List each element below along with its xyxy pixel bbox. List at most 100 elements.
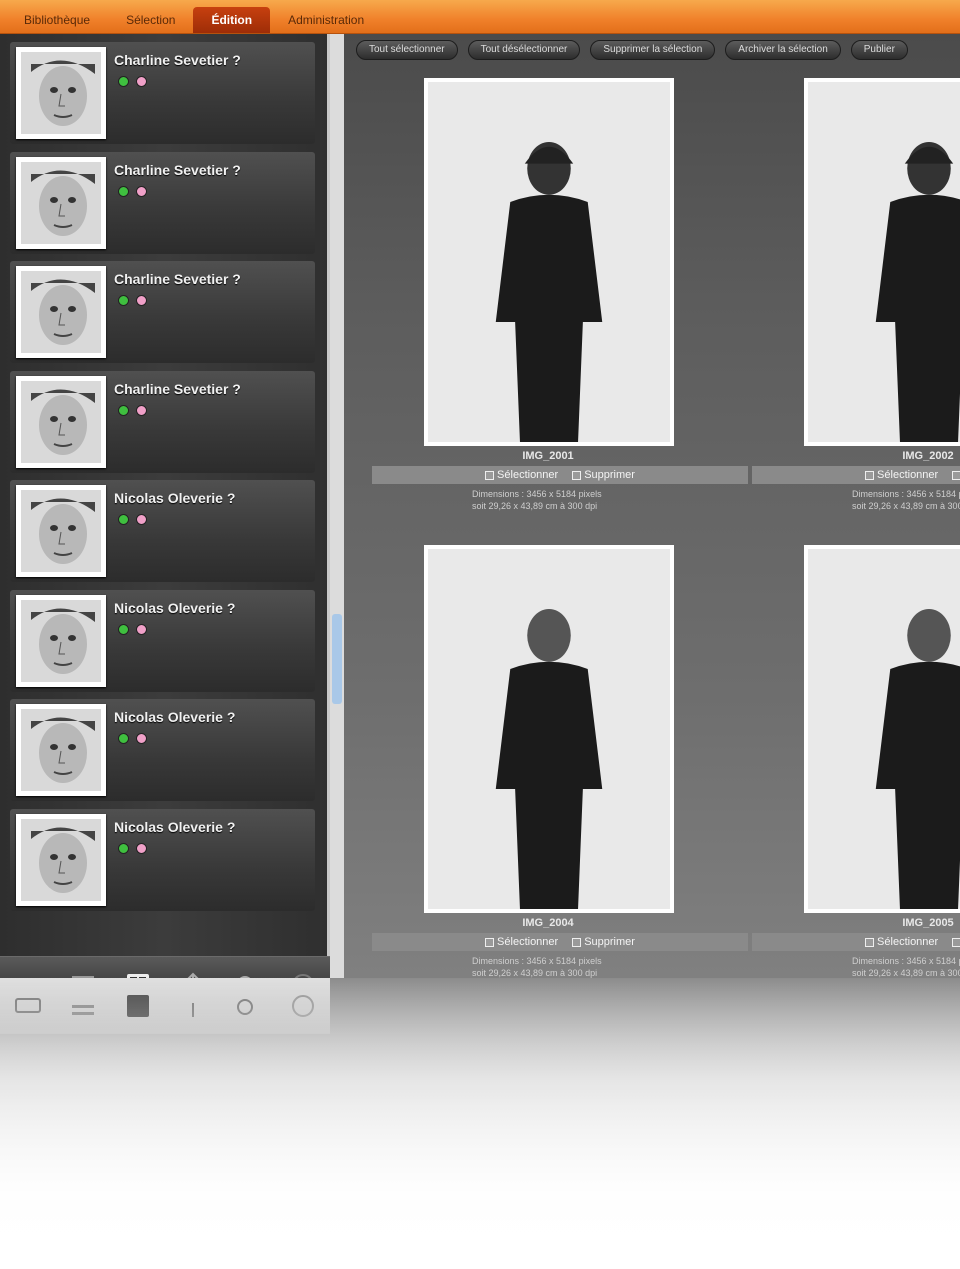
face-thumbnail[interactable] [16,704,106,796]
confirm-icon[interactable] [118,842,129,854]
photo-card: IMG_2002 Sélectionner Supprimer Dimensions … [738,78,960,558]
face-name-label: Nicolas Oleverie ? [114,490,236,506]
delete-checkbox[interactable]: Supprimer [572,469,635,481]
delete-checkbox[interactable]: Supprimer [952,469,960,481]
photo-thumbnail[interactable] [804,545,960,913]
face-thumbnail[interactable] [16,47,106,139]
select-label: Sélectionner [877,936,939,948]
face-thumbnail[interactable] [16,156,106,249]
delete-label: Supprimer [584,469,635,481]
photo-grid-panel: Tout sélectionner Tout désélectionner Su… [344,34,960,978]
photo-filename: IMG_2002 [902,450,954,462]
reject-icon[interactable] [136,733,147,744]
face-list: Charline Sevetier ? Charline Sevetier ? Ch… [10,42,315,918]
confirm-icon[interactable] [118,295,129,306]
checkbox-icon [865,937,875,947]
face-name-label: Nicolas Oleverie ? [114,599,236,616]
photo-filename: IMG_2005 [902,917,954,929]
select-label: Sélectionner [877,469,939,481]
select-checkbox[interactable]: Sélectionner [865,469,938,481]
face-name-label: Nicolas Oleverie ? [114,818,236,835]
face-list-item[interactable]: Charline Sevetier ? [10,151,315,254]
select-checkbox[interactable]: Sélectionner [485,936,558,948]
photo-card: IMG_2001 Sélectionner Supprimer Dimensions … [358,78,748,558]
face-list-item[interactable]: Charline Sevetier ? [10,261,315,363]
faces-panel: Charline Sevetier ? Charline Sevetier ? Ch… [0,34,330,1012]
reject-icon[interactable] [136,295,147,306]
face-list-item[interactable]: Nicolas Oleverie ? [10,808,315,911]
photo-filename: IMG_2004 [522,917,574,929]
reject-icon[interactable] [136,842,147,854]
print-size-text: soit 29,26 x 43,89 cm à 300 dpi [852,501,960,511]
confirm-icon[interactable] [118,514,129,525]
checkbox-icon [865,470,875,480]
face-list-item[interactable]: Nicolas Oleverie ? [10,480,315,582]
tab-administration[interactable]: Administration [270,7,382,33]
photo-dimensions: Dimensions : 3456 x 5184 pixels soit 29,2… [852,955,960,978]
deselect-all-button[interactable]: Tout désélectionner [467,40,581,60]
face-thumbnail[interactable] [16,375,106,468]
confirm-icon[interactable] [118,185,129,197]
photo-dimensions: Dimensions : 3456 x 5184 pixels soit 29,2… [472,488,602,512]
photo-select-bar: Sélectionner Supprimer [372,933,748,951]
checkbox-icon [485,470,495,480]
photo-card: IMG_2004 Sélectionner Supprimer Dimensions … [358,545,748,978]
dimensions-text: Dimensions : 3456 x 5184 pixels [472,956,602,966]
photo-thumbnail[interactable] [424,545,674,913]
reject-icon[interactable] [136,76,147,87]
confirm-icon[interactable] [118,76,129,87]
archive-selection-button[interactable]: Archiver la sélection [725,40,841,60]
select-checkbox[interactable]: Sélectionner [485,469,558,481]
face-list-item[interactable]: Nicolas Oleverie ? [10,699,315,801]
reject-icon[interactable] [136,514,147,525]
delete-selection-button[interactable]: Supprimer la sélection [590,40,716,60]
top-menu-bar: Bibliothèque Sélection Édition Administr… [0,0,960,34]
photo-thumbnail[interactable] [424,78,674,446]
publish-button[interactable]: Publier [850,40,908,60]
face-thumbnail[interactable] [16,266,106,358]
delete-checkbox[interactable]: Supprimer [952,936,960,948]
checkbox-icon [952,937,960,947]
face-name-label: Nicolas Oleverie ? [114,709,236,725]
photo-card: IMG_2005 Sélectionner Supprimer Dimensions … [738,545,960,978]
panel-splitter[interactable] [330,34,344,978]
photo-thumbnail[interactable] [804,78,960,446]
face-list-item[interactable]: Charline Sevetier ? [10,370,315,473]
face-list-item[interactable]: Nicolas Oleverie ? [10,589,315,692]
confirm-icon[interactable] [118,404,129,416]
face-name-label: Charline Sevetier ? [114,161,241,178]
face-name-label: Charline Sevetier ? [114,52,241,68]
tab-edition[interactable]: Édition [193,7,271,33]
checkbox-icon [572,937,582,947]
splitter-handle[interactable] [332,614,342,704]
dimensions-text: Dimensions : 3456 x 5184 pixels [852,489,960,499]
delete-label: Supprimer [584,936,635,948]
checkbox-icon [485,937,495,947]
reject-icon[interactable] [136,185,147,197]
face-thumbnail[interactable] [16,813,106,906]
tab-bibliotheque[interactable]: Bibliothèque [6,7,108,33]
print-size-text: soit 29,26 x 43,89 cm à 300 dpi [472,501,598,511]
select-all-button[interactable]: Tout sélectionner [356,40,458,60]
reject-icon[interactable] [136,623,147,635]
reject-icon[interactable] [136,404,147,416]
face-name-label: Charline Sevetier ? [114,380,241,397]
face-list-item[interactable]: Charline Sevetier ? [10,42,315,144]
confirm-icon[interactable] [118,623,129,635]
dimensions-text: Dimensions : 3456 x 5184 pixels [472,489,602,499]
delete-checkbox[interactable]: Supprimer [572,936,635,948]
photo-select-bar: Sélectionner Supprimer [752,466,960,484]
photo-select-bar: Sélectionner Supprimer [752,933,960,951]
face-thumbnail[interactable] [16,485,106,577]
tab-selection[interactable]: Sélection [108,7,193,33]
select-label: Sélectionner [497,469,559,481]
photo-filename: IMG_2001 [522,450,574,462]
select-checkbox[interactable]: Sélectionner [865,936,938,948]
select-label: Sélectionner [497,936,559,948]
print-size-text: soit 29,26 x 43,89 cm à 300 dpi [852,968,960,978]
dimensions-text: Dimensions : 3456 x 5184 pixels [852,956,960,966]
reflection-fade [0,978,960,1269]
face-thumbnail[interactable] [16,594,106,687]
confirm-icon[interactable] [118,733,129,744]
photo-select-bar: Sélectionner Supprimer [372,466,748,484]
